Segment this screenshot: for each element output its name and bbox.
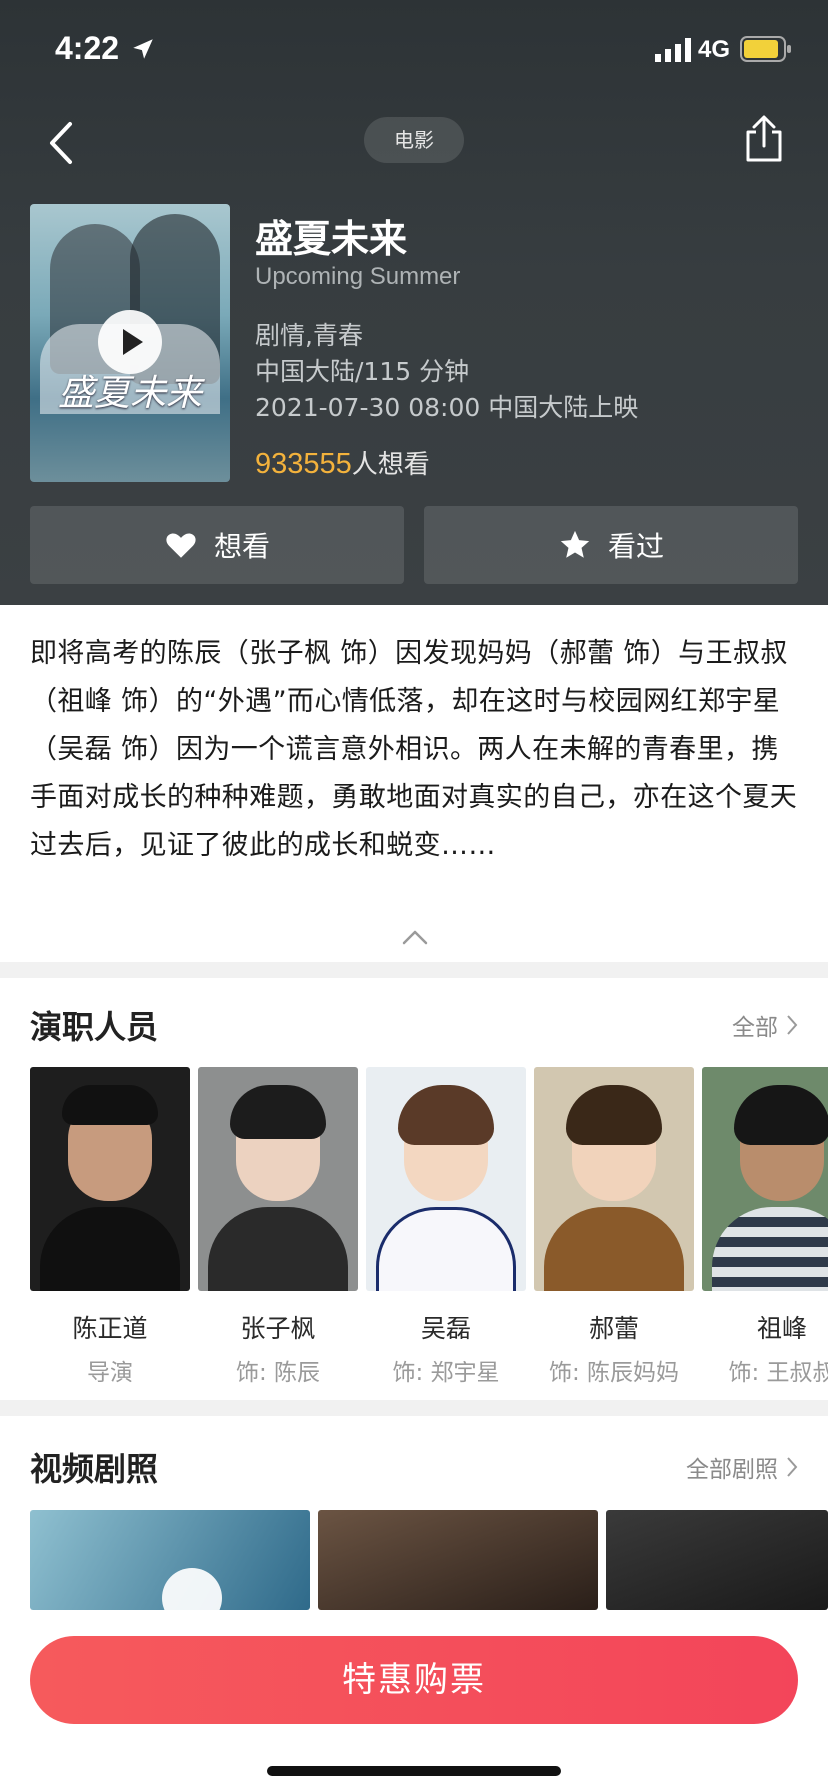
cast-card[interactable]: 祖峰 饰: 王叔叔: [702, 1067, 828, 1387]
cast-photo: [366, 1067, 526, 1291]
play-icon[interactable]: [98, 310, 162, 374]
section-divider: [0, 1400, 828, 1416]
battery-icon: [740, 36, 791, 62]
movie-region-duration: 中国大陆/115 分钟: [255, 357, 470, 386]
cast-more-link[interactable]: 全部: [732, 1008, 798, 1042]
want-count-row: 933555人想看: [255, 444, 430, 481]
network-type: 4G: [698, 36, 731, 63]
cast-name: 陈正道: [72, 1314, 148, 1343]
cast-card[interactable]: 吴磊 饰: 郑宇星: [366, 1067, 526, 1387]
chevron-right-icon: [787, 1457, 798, 1477]
cast-name: 祖峰: [756, 1314, 807, 1343]
cast-card[interactable]: 陈正道 导演: [30, 1067, 190, 1387]
category-tag: 电影: [364, 117, 464, 163]
section-divider: [0, 962, 828, 978]
bottom-buy-bar: 特惠购票: [0, 1612, 828, 1792]
want-label: 想看: [213, 530, 270, 563]
movie-title: 盛夏未来: [255, 217, 408, 261]
cast-card[interactable]: 张子枫 饰: 陈辰: [198, 1067, 358, 1387]
chevron-right-icon: [787, 1015, 798, 1035]
cast-role: 饰: 郑宇星: [392, 1360, 500, 1386]
cast-photo: [534, 1067, 694, 1291]
watched-button[interactable]: 看过: [424, 506, 798, 584]
home-indicator: [267, 1766, 561, 1776]
movie-english-title: Upcoming Summer: [255, 263, 461, 290]
want-suffix: 人想看: [351, 450, 430, 480]
cast-photo: [30, 1067, 190, 1291]
cast-name: 吴磊: [420, 1314, 471, 1343]
cast-section-title: 演职人员: [30, 1008, 159, 1046]
heart-icon: [166, 533, 196, 558]
status-bar: 4:22 4G: [0, 0, 828, 96]
cast-name: 张子枫: [240, 1314, 316, 1343]
want-count: 933555: [255, 448, 352, 480]
share-icon[interactable]: [742, 114, 786, 164]
cast-more-label: 全部: [732, 1015, 778, 1041]
video-more-label: 全部剧照: [686, 1457, 778, 1483]
cast-role: 饰: 陈辰: [235, 1360, 321, 1386]
video-more-link[interactable]: 全部剧照: [686, 1450, 798, 1484]
cast-role: 饰: 王叔叔: [728, 1360, 828, 1386]
cast-card[interactable]: 郝蕾 饰: 陈辰妈妈: [534, 1067, 694, 1387]
cast-photo: [702, 1067, 828, 1291]
still-photo[interactable]: [318, 1510, 598, 1610]
star-icon: [560, 530, 590, 558]
status-time: 4:22: [55, 30, 120, 66]
cast-role: 导演: [87, 1360, 133, 1386]
video-thumbnail[interactable]: [30, 1510, 310, 1610]
location-arrow-icon: [133, 39, 153, 59]
cast-name: 郝蕾: [588, 1314, 639, 1343]
watched-label: 看过: [607, 530, 664, 563]
movie-header: 4:22 4G 电影 盛夏未来 盛夏未来 Upcoming Summer 剧情,…: [0, 0, 828, 605]
want-button[interactable]: 想看: [30, 506, 404, 584]
back-arrow-icon[interactable]: [42, 118, 82, 168]
cast-role: 饰: 陈辰妈妈: [548, 1360, 680, 1386]
chevron-up-icon[interactable]: [401, 928, 429, 946]
movie-synopsis[interactable]: 即将高考的陈辰（张子枫 饰）因发现妈妈（郝蕾 饰）与王叔叔（祖峰 饰）的“外遇”…: [30, 630, 798, 870]
movie-release: 2021-07-30 08:00 中国大陆上映: [255, 393, 639, 422]
movie-poster[interactable]: 盛夏未来: [30, 204, 230, 482]
buy-ticket-button[interactable]: 特惠购票: [30, 1636, 798, 1724]
movie-genres: 剧情,青春: [255, 321, 363, 350]
still-photo[interactable]: [606, 1510, 828, 1610]
play-icon[interactable]: [162, 1568, 222, 1610]
cast-photo: [198, 1067, 358, 1291]
signal-icon: [655, 38, 691, 62]
video-section-title: 视频剧照: [30, 1450, 159, 1488]
